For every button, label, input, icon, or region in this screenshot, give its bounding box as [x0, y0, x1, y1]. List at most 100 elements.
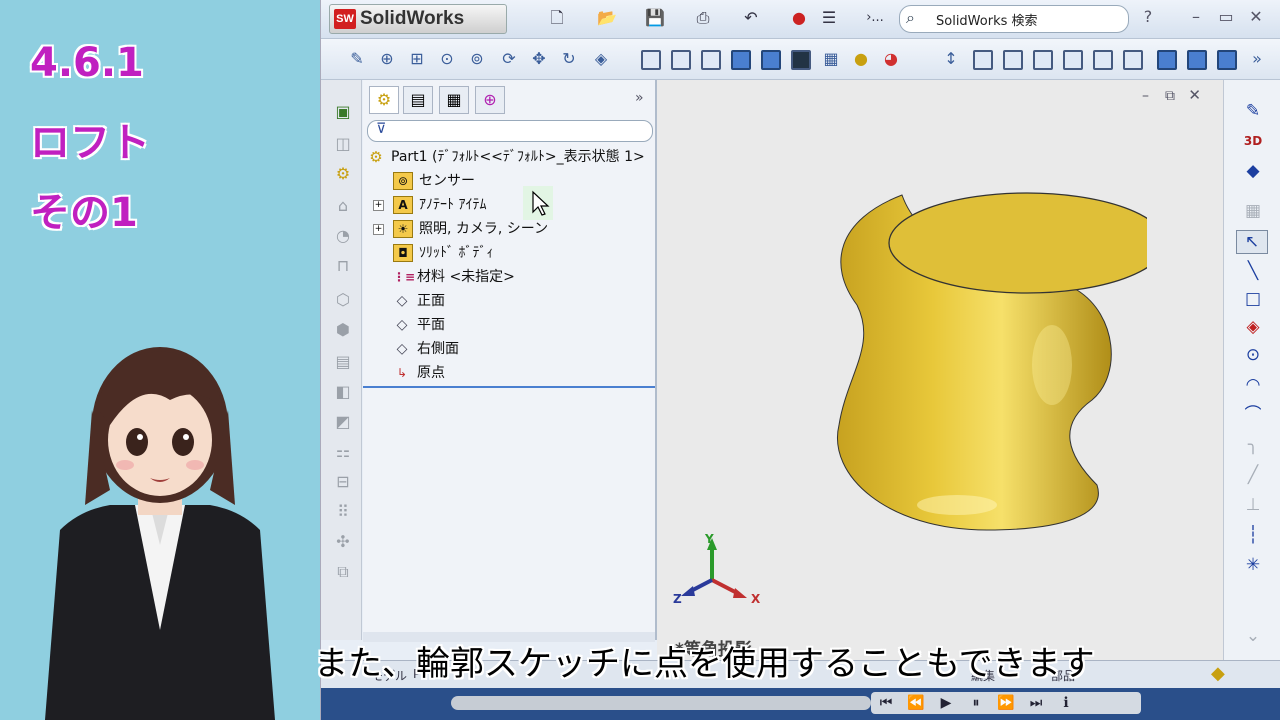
sweep-cut-icon[interactable]: ⬢: [333, 320, 353, 340]
solidworks-menu-button[interactable]: SW SolidWorks: [329, 4, 507, 34]
view-right-icon[interactable]: [1063, 50, 1083, 70]
feature-tree-filter[interactable]: ⊽: [367, 120, 653, 142]
rotate-icon[interactable]: ⟳: [499, 49, 519, 69]
panel-expand-icon[interactable]: »: [635, 90, 644, 106]
revolve-cut-icon[interactable]: ⬡: [333, 290, 353, 310]
skip-end-icon[interactable]: ⏭: [1021, 692, 1051, 714]
viewport-restore-icon[interactable]: ⧉: [1165, 88, 1175, 104]
sweep-icon[interactable]: ⚙: [333, 164, 353, 184]
shell-icon[interactable]: ⠿: [333, 502, 353, 522]
loft-cut-icon[interactable]: ▤: [333, 352, 353, 372]
mirror-icon[interactable]: ✣: [333, 532, 353, 552]
minimize-icon[interactable]: –: [1185, 6, 1207, 28]
line-icon[interactable]: ╲: [1242, 260, 1264, 282]
hidden-lines-visible-icon[interactable]: [671, 50, 691, 70]
revolve-icon[interactable]: ◫: [333, 134, 353, 154]
tree-item-top-plane[interactable]: ◇ 平面: [393, 314, 445, 336]
sketch-icon[interactable]: ✎: [1242, 100, 1264, 122]
smart-dimension-icon[interactable]: ◆: [1242, 160, 1264, 182]
search-input[interactable]: ⌕ SolidWorks 検索: [899, 5, 1129, 33]
rebuild-icon[interactable]: ●: [789, 8, 809, 28]
rib-icon[interactable]: ⊟: [333, 472, 353, 492]
zoom-selection-icon[interactable]: ⊚: [467, 49, 487, 69]
rewind-icon[interactable]: ⏪: [901, 692, 931, 714]
view-bottom-icon[interactable]: [1123, 50, 1143, 70]
view-back-icon[interactable]: [1003, 50, 1023, 70]
play-icon[interactable]: ▶: [931, 692, 961, 714]
section-view-icon[interactable]: ◈: [591, 49, 611, 69]
tree-item-sensors[interactable]: ⊚ センサー: [393, 170, 475, 192]
expand-lights-icon[interactable]: +: [373, 224, 384, 235]
tab-property-manager[interactable]: ▤: [403, 86, 433, 114]
skip-start-icon[interactable]: ⏮: [871, 692, 901, 714]
reference-geometry-icon[interactable]: ⧉: [333, 562, 353, 582]
more-toolbar-button[interactable]: ›...: [865, 8, 885, 28]
viewport-close-icon[interactable]: ✕: [1188, 86, 1201, 104]
fillet-sketch-icon[interactable]: ╮: [1242, 434, 1264, 456]
circle-icon[interactable]: ⊙: [1242, 344, 1264, 366]
shadows-icon[interactable]: [791, 50, 811, 70]
realview-icon[interactable]: ●: [851, 49, 871, 69]
player-seek-bar[interactable]: [451, 696, 871, 710]
wireframe-icon[interactable]: [641, 50, 661, 70]
tree-item-front-plane[interactable]: ◇ 正面: [393, 290, 445, 312]
tree-item-annotations[interactable]: A ｱﾉﾃｰﾄ ｱｲﾃﾑ: [393, 194, 486, 216]
expand-annotations-icon[interactable]: +: [373, 200, 384, 211]
tab-configuration-manager[interactable]: ▦: [439, 86, 469, 114]
normal-to-icon[interactable]: ↕: [941, 49, 961, 69]
view-left-icon[interactable]: [1033, 50, 1053, 70]
shaded-icon[interactable]: [761, 50, 781, 70]
point-icon[interactable]: ✳: [1242, 554, 1264, 576]
view-top-icon[interactable]: [1093, 50, 1113, 70]
close-icon[interactable]: ✕: [1245, 6, 1267, 28]
centerline-icon[interactable]: ┆: [1242, 524, 1264, 546]
maximize-icon[interactable]: ▭: [1215, 6, 1237, 28]
3d-sketch-icon[interactable]: 3D: [1242, 130, 1264, 152]
tab-dimxpert[interactable]: ⊕: [475, 86, 505, 114]
arc-icon[interactable]: ◠: [1242, 374, 1264, 396]
extrude-cut-icon[interactable]: ⊓: [333, 256, 353, 276]
boundary-icon[interactable]: ◔: [333, 226, 353, 246]
select-filter-icon[interactable]: ✎: [347, 49, 367, 69]
appearance-icon[interactable]: ◕: [881, 49, 901, 69]
chamfer-icon[interactable]: ◩: [333, 412, 353, 432]
viewport-minimize-icon[interactable]: –: [1142, 88, 1149, 104]
loft-icon[interactable]: ⌂: [333, 196, 353, 216]
pattern-icon[interactable]: ⚏: [333, 442, 353, 462]
options-icon[interactable]: ☰: [819, 8, 839, 28]
tree-item-lights-cameras-scene[interactable]: ☀ 照明, カメラ, シーン: [393, 218, 548, 240]
extrude-boss-icon[interactable]: ▣: [333, 102, 353, 122]
zoom-in-out-icon[interactable]: ⊙: [437, 49, 457, 69]
view-isometric-icon[interactable]: [1157, 50, 1177, 70]
view-front-icon[interactable]: [973, 50, 993, 70]
tree-item-solid-bodies[interactable]: ◘ ｿﾘｯﾄﾞ ﾎﾞﾃﾞｨ: [393, 242, 493, 264]
graphics-area[interactable]: – ⧉ ✕ Y X Z *等角投影: [657, 80, 1223, 660]
tab-feature-tree[interactable]: ⚙: [369, 86, 399, 114]
rectangle-icon[interactable]: □: [1242, 288, 1264, 310]
zoom-to-fit-icon[interactable]: ⊕: [377, 49, 397, 69]
perspective-icon[interactable]: ▦: [821, 49, 841, 69]
sketch-pattern-icon[interactable]: ▦: [1242, 200, 1264, 222]
tree-item-right-plane[interactable]: ◇ 右側面: [393, 338, 459, 360]
info-icon[interactable]: ℹ: [1051, 692, 1081, 714]
polygon-icon[interactable]: ◈: [1242, 316, 1264, 338]
save-icon[interactable]: 💾: [645, 8, 665, 28]
fast-forward-icon[interactable]: ⏩: [991, 692, 1021, 714]
print-icon[interactable]: ⎙: [693, 8, 713, 28]
tree-root-part[interactable]: ⚙ Part1 (ﾃﾞﾌｫﾙﾄ<<ﾃﾞﾌｫﾙﾄ>_表示状態 1>: [367, 146, 644, 168]
help-button[interactable]: ?: [1137, 6, 1159, 28]
pan-icon[interactable]: ✥: [529, 49, 549, 69]
loft-model-3d[interactable]: [807, 185, 1147, 535]
pause-icon[interactable]: ⏸: [961, 692, 991, 714]
open-folder-icon[interactable]: 📂: [597, 8, 617, 28]
chamfer-sketch-icon[interactable]: ╱: [1242, 464, 1264, 486]
roll-icon[interactable]: ↻: [559, 49, 579, 69]
offset-icon[interactable]: ⊥: [1242, 494, 1264, 516]
tree-item-material[interactable]: ⋮≡ 材料 <未指定>: [393, 266, 515, 288]
zoom-area-icon[interactable]: ⊞: [407, 49, 427, 69]
select-cursor-icon[interactable]: ↖: [1236, 230, 1268, 254]
toolbar-overflow-icon[interactable]: »: [1247, 49, 1267, 69]
view-trimetric-icon[interactable]: [1187, 50, 1207, 70]
shaded-with-edges-icon[interactable]: [731, 50, 751, 70]
hidden-lines-removed-icon[interactable]: [701, 50, 721, 70]
